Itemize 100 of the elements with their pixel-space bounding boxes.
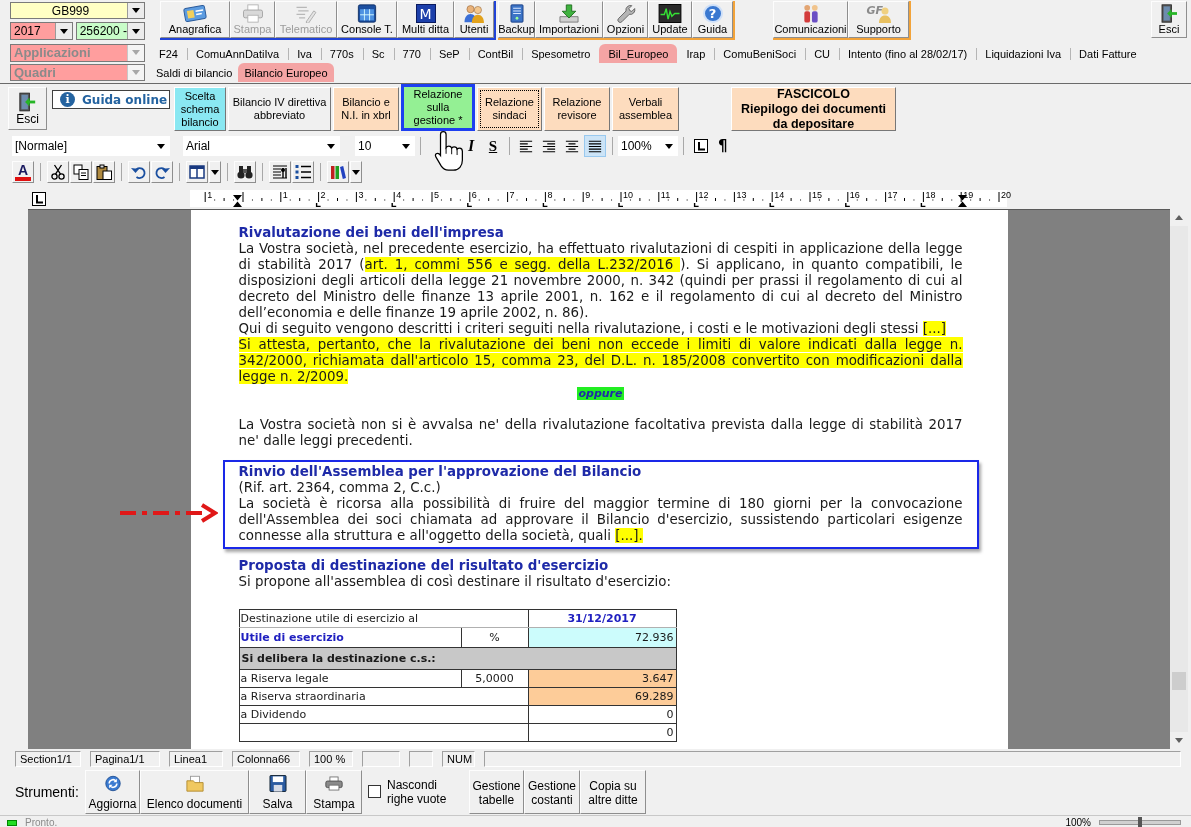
- app-tab[interactable]: F24: [150, 44, 187, 63]
- app-tab[interactable]: Sc: [362, 44, 394, 63]
- tool-button[interactable]: Elenco documenti: [140, 769, 249, 814]
- bullet-list-icon: [295, 164, 311, 180]
- font-dropdown[interactable]: Arial: [183, 136, 340, 156]
- app-tab[interactable]: ComuBeniSoci: [714, 44, 806, 63]
- ruler-number: 4: [396, 190, 402, 200]
- caret-icon: [402, 143, 410, 149]
- year-dropdown[interactable]: 2017: [10, 22, 73, 41]
- caret-icon: [132, 69, 140, 75]
- document-button[interactable]: Relazione revisore: [544, 87, 610, 131]
- underline-button[interactable]: S: [482, 135, 504, 157]
- colors-button[interactable]: [327, 161, 349, 183]
- paragraph: Si propone all'assemblea di così destinare il risultato d'esercizio:: [238, 574, 672, 590]
- company-dropdown[interactable]: GB999: [10, 2, 145, 20]
- toolbar-button[interactable]: Esci: [1151, 1, 1187, 38]
- app-tab[interactable]: Iva: [288, 44, 321, 63]
- list-button[interactable]: [292, 161, 314, 183]
- justify-button[interactable]: [584, 135, 606, 157]
- app-tab[interactable]: 770: [393, 44, 430, 63]
- app-tab[interactable]: Intento (fino al 28/02/17): [839, 44, 977, 63]
- app-tab[interactable]: Bil_Europeo: [599, 44, 678, 63]
- zoom-slider-thumb[interactable]: [1138, 817, 1142, 827]
- font-size-dropdown[interactable]: 10: [355, 136, 415, 156]
- font-color-button[interactable]: A: [12, 161, 34, 183]
- tool-button[interactable]: Stampa: [306, 769, 362, 814]
- toolbar-button[interactable]: Utenti: [454, 1, 494, 38]
- app-tab[interactable]: Liquidazioni Iva: [976, 44, 1071, 63]
- sub-tab[interactable]: Saldi di bilancio: [150, 63, 239, 82]
- exit-button[interactable]: Esci: [8, 87, 47, 130]
- document-button[interactable]: FASCICOLO Riepilogo dei documenti da depositare: [731, 87, 896, 131]
- cut-button[interactable]: [47, 161, 69, 183]
- align-right-icon: [542, 139, 556, 153]
- color-bars-icon: [330, 164, 346, 180]
- app-tab[interactable]: Spesometro: [522, 44, 600, 63]
- help-link-button[interactable]: i Guida online: [52, 90, 170, 109]
- vertical-scrollbar[interactable]: [1170, 209, 1188, 749]
- document-button[interactable]: Scelta schema bilancio: [174, 87, 226, 131]
- ruler-number: 5: [434, 190, 439, 200]
- table-button[interactable]: [186, 161, 208, 183]
- ruler-number: 7: [509, 190, 515, 200]
- ruler-number: 17: [887, 190, 898, 200]
- tool-button[interactable]: Aggiorna: [85, 769, 140, 814]
- paste-button[interactable]: [93, 161, 115, 183]
- caret-icon: [157, 143, 165, 149]
- toolbar-button[interactable]: GF Supporto: [848, 1, 909, 38]
- toolbar-button[interactable]: Backup: [498, 1, 535, 38]
- find-button[interactable]: [234, 161, 256, 183]
- tool-button[interactable]: Gestione tabelle: [469, 769, 524, 814]
- document-button[interactable]: Relazione sindaci: [477, 87, 542, 131]
- copy-icon: [73, 164, 89, 180]
- dropdown-button[interactable]: [350, 161, 362, 183]
- toolbar-button[interactable]: Anagrafica: [160, 1, 230, 38]
- zoom-dropdown[interactable]: 100%: [618, 136, 678, 156]
- toolbar-button[interactable]: Update: [648, 1, 692, 38]
- redo-icon: [154, 164, 170, 180]
- app-tab[interactable]: ComuAnnDatiIva: [186, 44, 289, 63]
- redo-button[interactable]: [151, 161, 173, 183]
- id-card-icon: [182, 4, 208, 23]
- indent-marker-icon: [232, 195, 242, 207]
- scroll-down-button[interactable]: [1170, 732, 1188, 749]
- document-button[interactable]: Relazione sulla gestione *: [401, 84, 475, 131]
- sub-tab[interactable]: Bilancio Europeo: [238, 63, 334, 82]
- app-tab[interactable]: Irap: [677, 44, 715, 63]
- ruler-number: 13: [736, 190, 747, 200]
- table-cell: 0: [528, 723, 676, 742]
- scroll-thumb[interactable]: [1172, 671, 1186, 690]
- tool-button[interactable]: Copia su altre ditte: [580, 769, 646, 814]
- caret-icon: [211, 169, 219, 175]
- zoom-slider[interactable]: [1099, 820, 1181, 825]
- document-button[interactable]: Bilancio IV direttiva abbreviato: [228, 87, 331, 131]
- paragraph-button[interactable]: [269, 161, 291, 183]
- toolbar-button[interactable]: M Multi ditta: [397, 1, 454, 38]
- app-tab[interactable]: 770s: [320, 44, 363, 63]
- toolbar-button[interactable]: Importazioni: [535, 1, 603, 38]
- undo-button[interactable]: [128, 161, 150, 183]
- caret-icon: [132, 50, 140, 56]
- caret-icon: [327, 143, 335, 149]
- style-dropdown[interactable]: [Normale]: [12, 136, 170, 156]
- toolbar-button[interactable]: Opzioni: [603, 1, 648, 38]
- toolbar-button[interactable]: ? Guida: [692, 1, 733, 38]
- document-button[interactable]: Bilancio e N.I. in xbrl: [333, 87, 399, 131]
- ruler-number: 1: [207, 190, 213, 200]
- app-tab[interactable]: CU: [805, 44, 839, 63]
- ruler-number: 19: [963, 190, 974, 200]
- toolbar-button[interactable]: Comunicazioni: [773, 1, 848, 38]
- document-button[interactable]: Verbali assemblea: [612, 87, 679, 131]
- dropdown-button[interactable]: [209, 161, 221, 183]
- app-tab[interactable]: Dati Fatture: [1070, 44, 1146, 63]
- code-dropdown[interactable]: 256200 -: [75, 22, 145, 41]
- app-tab[interactable]: ContBil: [468, 44, 523, 63]
- tool-button[interactable]: Gestione costanti: [524, 769, 580, 814]
- tab-stop-icon: [32, 191, 46, 206]
- pilcrow-button[interactable]: ¶: [718, 137, 728, 155]
- toolbar-button[interactable]: Console T.: [337, 1, 397, 38]
- tool-button[interactable]: Salva: [249, 769, 306, 814]
- copy-button[interactable]: [70, 161, 92, 183]
- hide-rows-checkbox[interactable]: [368, 785, 381, 798]
- app-tab[interactable]: SeP: [429, 44, 469, 63]
- tab-stop-icon: [694, 139, 708, 153]
